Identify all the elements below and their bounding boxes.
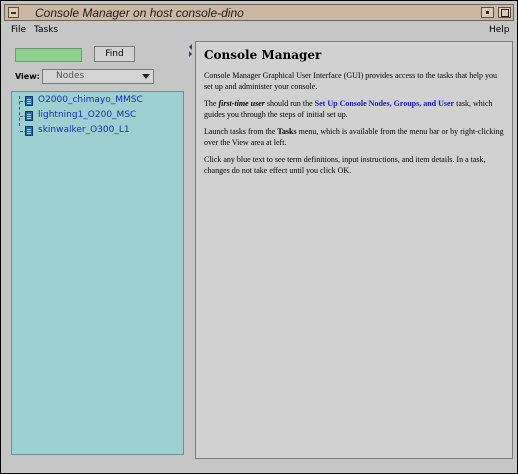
- window-title: Console Manager on host console-dino: [35, 6, 244, 20]
- help-text: Click any blue text to see term definiti…: [204, 155, 486, 175]
- help-paragraph: Console Manager Graphical User Interface…: [204, 71, 504, 92]
- help-paragraph: Launch tasks from the Tasks menu, which …: [204, 127, 504, 148]
- view-label: View:: [15, 72, 40, 81]
- pane-splitter[interactable]: [189, 44, 193, 58]
- expand-right-icon[interactable]: [189, 51, 192, 57]
- help-paragraph: Click any blue text to see term definiti…: [204, 155, 504, 176]
- window-menu-button[interactable]: [8, 7, 19, 18]
- left-pane: Find View: Nodes O2000_chimayo_MMSC ligh…: [9, 41, 186, 459]
- console-node-icon: [25, 96, 33, 106]
- tree-item[interactable]: O2000_chimayo_MMSC: [12, 94, 177, 108]
- title-bar[interactable]: Console Manager on host console-dino: [4, 4, 514, 21]
- menu-file[interactable]: File: [11, 25, 26, 35]
- tree-item-label[interactable]: O2000_chimayo_MMSC: [38, 95, 143, 105]
- help-emphasis: first-time user: [218, 99, 265, 108]
- help-text: Console Manager Graphical User Interface…: [204, 71, 498, 91]
- menu-help[interactable]: Help: [489, 25, 510, 35]
- console-node-icon: [25, 126, 33, 136]
- status-strip: [4, 462, 514, 470]
- node-tree[interactable]: O2000_chimayo_MMSC lightning1_O200_MSC s…: [11, 91, 184, 455]
- tree-item-label[interactable]: skinwalker_O300_L1: [38, 125, 130, 135]
- find-input[interactable]: [15, 48, 82, 62]
- collapse-left-icon[interactable]: [189, 44, 192, 50]
- menu-bar: File Tasks Help: [4, 22, 514, 38]
- chevron-down-icon: [142, 74, 150, 79]
- tree-item-label[interactable]: lightning1_O200_MSC: [38, 110, 136, 120]
- help-pane: Console Manager Console Manager Graphica…: [195, 41, 513, 459]
- help-text: Launch tasks from the: [204, 127, 278, 136]
- view-select[interactable]: Nodes: [42, 69, 154, 84]
- maximize-button[interactable]: [498, 7, 511, 18]
- help-paragraph: The first-time user should run the Set U…: [204, 99, 504, 120]
- window-menu-icon: [11, 12, 16, 14]
- help-title: Console Manager: [204, 48, 322, 62]
- setup-task-link[interactable]: Set Up Console Nodes, Groups, and User: [315, 99, 454, 108]
- help-body: Console Manager Graphical User Interface…: [204, 71, 504, 183]
- console-node-icon: [25, 111, 33, 121]
- minimize-button[interactable]: [481, 7, 494, 18]
- tree-item[interactable]: skinwalker_O300_L1: [12, 124, 177, 138]
- help-text: should run the: [264, 99, 315, 108]
- help-text: The: [204, 99, 219, 108]
- menu-tasks[interactable]: Tasks: [34, 25, 58, 35]
- find-button[interactable]: Find: [94, 46, 135, 62]
- minimize-icon: [486, 11, 489, 14]
- app-window: Console Manager on host console-dino Fil…: [0, 0, 518, 474]
- help-emphasis: Tasks: [277, 127, 297, 136]
- view-select-value: Nodes: [56, 71, 85, 81]
- maximize-icon: [501, 9, 509, 17]
- tree-item[interactable]: lightning1_O200_MSC: [12, 109, 177, 123]
